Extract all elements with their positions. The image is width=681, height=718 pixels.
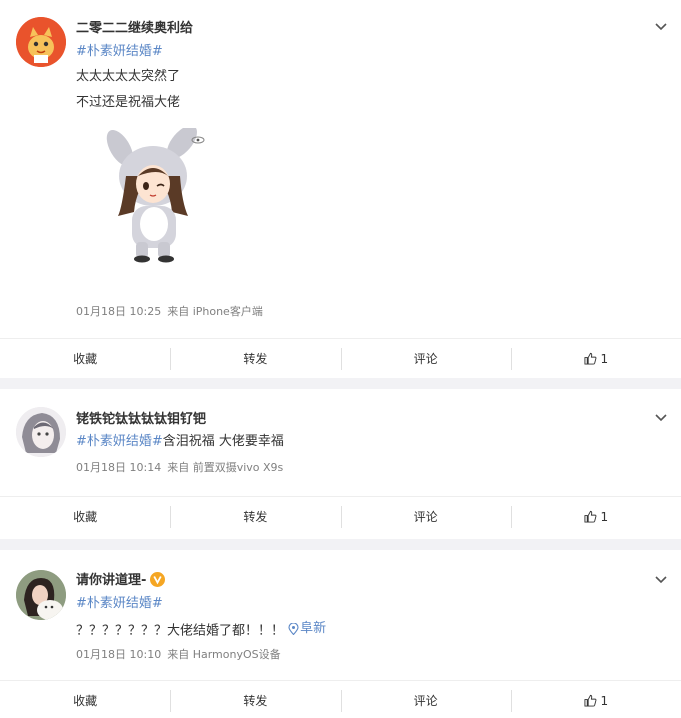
post-source: 来自 iPhone客户端 [167, 305, 263, 318]
username[interactable]: 铑铁铊钛钛钛钛钼钌钯 [76, 408, 206, 427]
thumbs-up-icon [584, 352, 596, 365]
sticker-image[interactable] [98, 125, 213, 268]
post-body: ？？？？？？？大佬结婚了都！！！ [76, 623, 285, 639]
action-bar: 收藏 转发 评论 1 [0, 680, 681, 718]
username[interactable]: 请你讲道理- [76, 569, 146, 588]
separator [0, 539, 681, 550]
comment-button[interactable]: 评论 [340, 681, 511, 718]
location-link[interactable]: 阜新 [288, 619, 326, 638]
post-timestamp[interactable]: 01月18日 10:14 [76, 461, 161, 474]
weibo-feed: 二零二二继续奥利给 #朴素妍结婚# 太太太太太突然了 不过还是祝福大佬 01月1… [0, 0, 681, 718]
collect-button[interactable]: 收藏 [0, 497, 170, 537]
location-pin-icon [288, 622, 299, 635]
topic-link[interactable]: #朴素妍结婚# [76, 434, 163, 449]
chevron-down-icon[interactable] [653, 409, 669, 425]
post-text: ？？？？？？？大佬结婚了都！！！ 阜新 [76, 619, 326, 641]
action-bar: 收藏 转发 评论 1 [0, 496, 681, 536]
like-count: 1 [600, 509, 609, 524]
repost-button[interactable]: 转发 [170, 497, 340, 537]
comment-button[interactable]: 评论 [340, 497, 511, 537]
post-source: 来自 HarmonyOS设备 [167, 648, 281, 661]
post-meta: 01月18日 10:25 来自 iPhone客户端 [76, 303, 263, 319]
post-timestamp[interactable]: 01月18日 10:10 [76, 648, 161, 661]
like-count: 1 [600, 351, 609, 366]
separator [0, 378, 681, 389]
topic-link[interactable]: #朴素妍结婚# [76, 594, 326, 613]
like-button[interactable]: 1 [510, 681, 681, 718]
post-timestamp[interactable]: 01月18日 10:25 [76, 305, 161, 318]
post-text-line: 太太太太太突然了 [76, 69, 181, 84]
post-meta: 01月18日 10:14 来自 前置双摄vivo X9s [76, 459, 283, 475]
collect-button[interactable]: 收藏 [0, 681, 170, 718]
repost-button[interactable]: 转发 [170, 339, 340, 379]
post-card: 二零二二继续奥利给 #朴素妍结婚# 太太太太太突然了 不过还是祝福大佬 01月1… [0, 0, 681, 378]
post-text: #朴素妍结婚#含泪祝福 大佬要幸福 [76, 432, 284, 451]
chevron-down-icon[interactable] [653, 18, 669, 34]
verified-badge-icon [150, 572, 166, 587]
post-source: 来自 前置双摄vivo X9s [167, 461, 284, 474]
location-name: 阜新 [300, 621, 327, 636]
thumbs-up-icon [584, 694, 596, 707]
post-card: 请你讲道理- #朴素妍结婚# ？？？？？？？大佬结婚了都！！！ 阜新 01月18… [0, 550, 681, 718]
like-button[interactable]: 1 [510, 497, 681, 537]
post-text-line: 不过还是祝福大佬 [76, 95, 181, 110]
repost-button[interactable]: 转发 [170, 681, 340, 718]
like-count: 1 [600, 693, 609, 708]
topic-link[interactable]: #朴素妍结婚# [76, 42, 180, 61]
thumbs-up-icon [584, 510, 596, 523]
username[interactable]: 二零二二继续奥利给 [76, 17, 193, 36]
like-button[interactable]: 1 [510, 339, 681, 379]
comment-button[interactable]: 评论 [340, 339, 511, 379]
action-bar: 收藏 转发 评论 1 [0, 338, 681, 378]
collect-button[interactable]: 收藏 [0, 339, 170, 379]
post-meta: 01月18日 10:10 来自 HarmonyOS设备 [76, 646, 281, 662]
post-body: 含泪祝福 大佬要幸福 [162, 434, 284, 449]
chevron-down-icon[interactable] [653, 571, 669, 587]
post-card: 铑铁铊钛钛钛钛钼钌钯 #朴素妍结婚#含泪祝福 大佬要幸福 01月18日 10:1… [0, 389, 681, 539]
